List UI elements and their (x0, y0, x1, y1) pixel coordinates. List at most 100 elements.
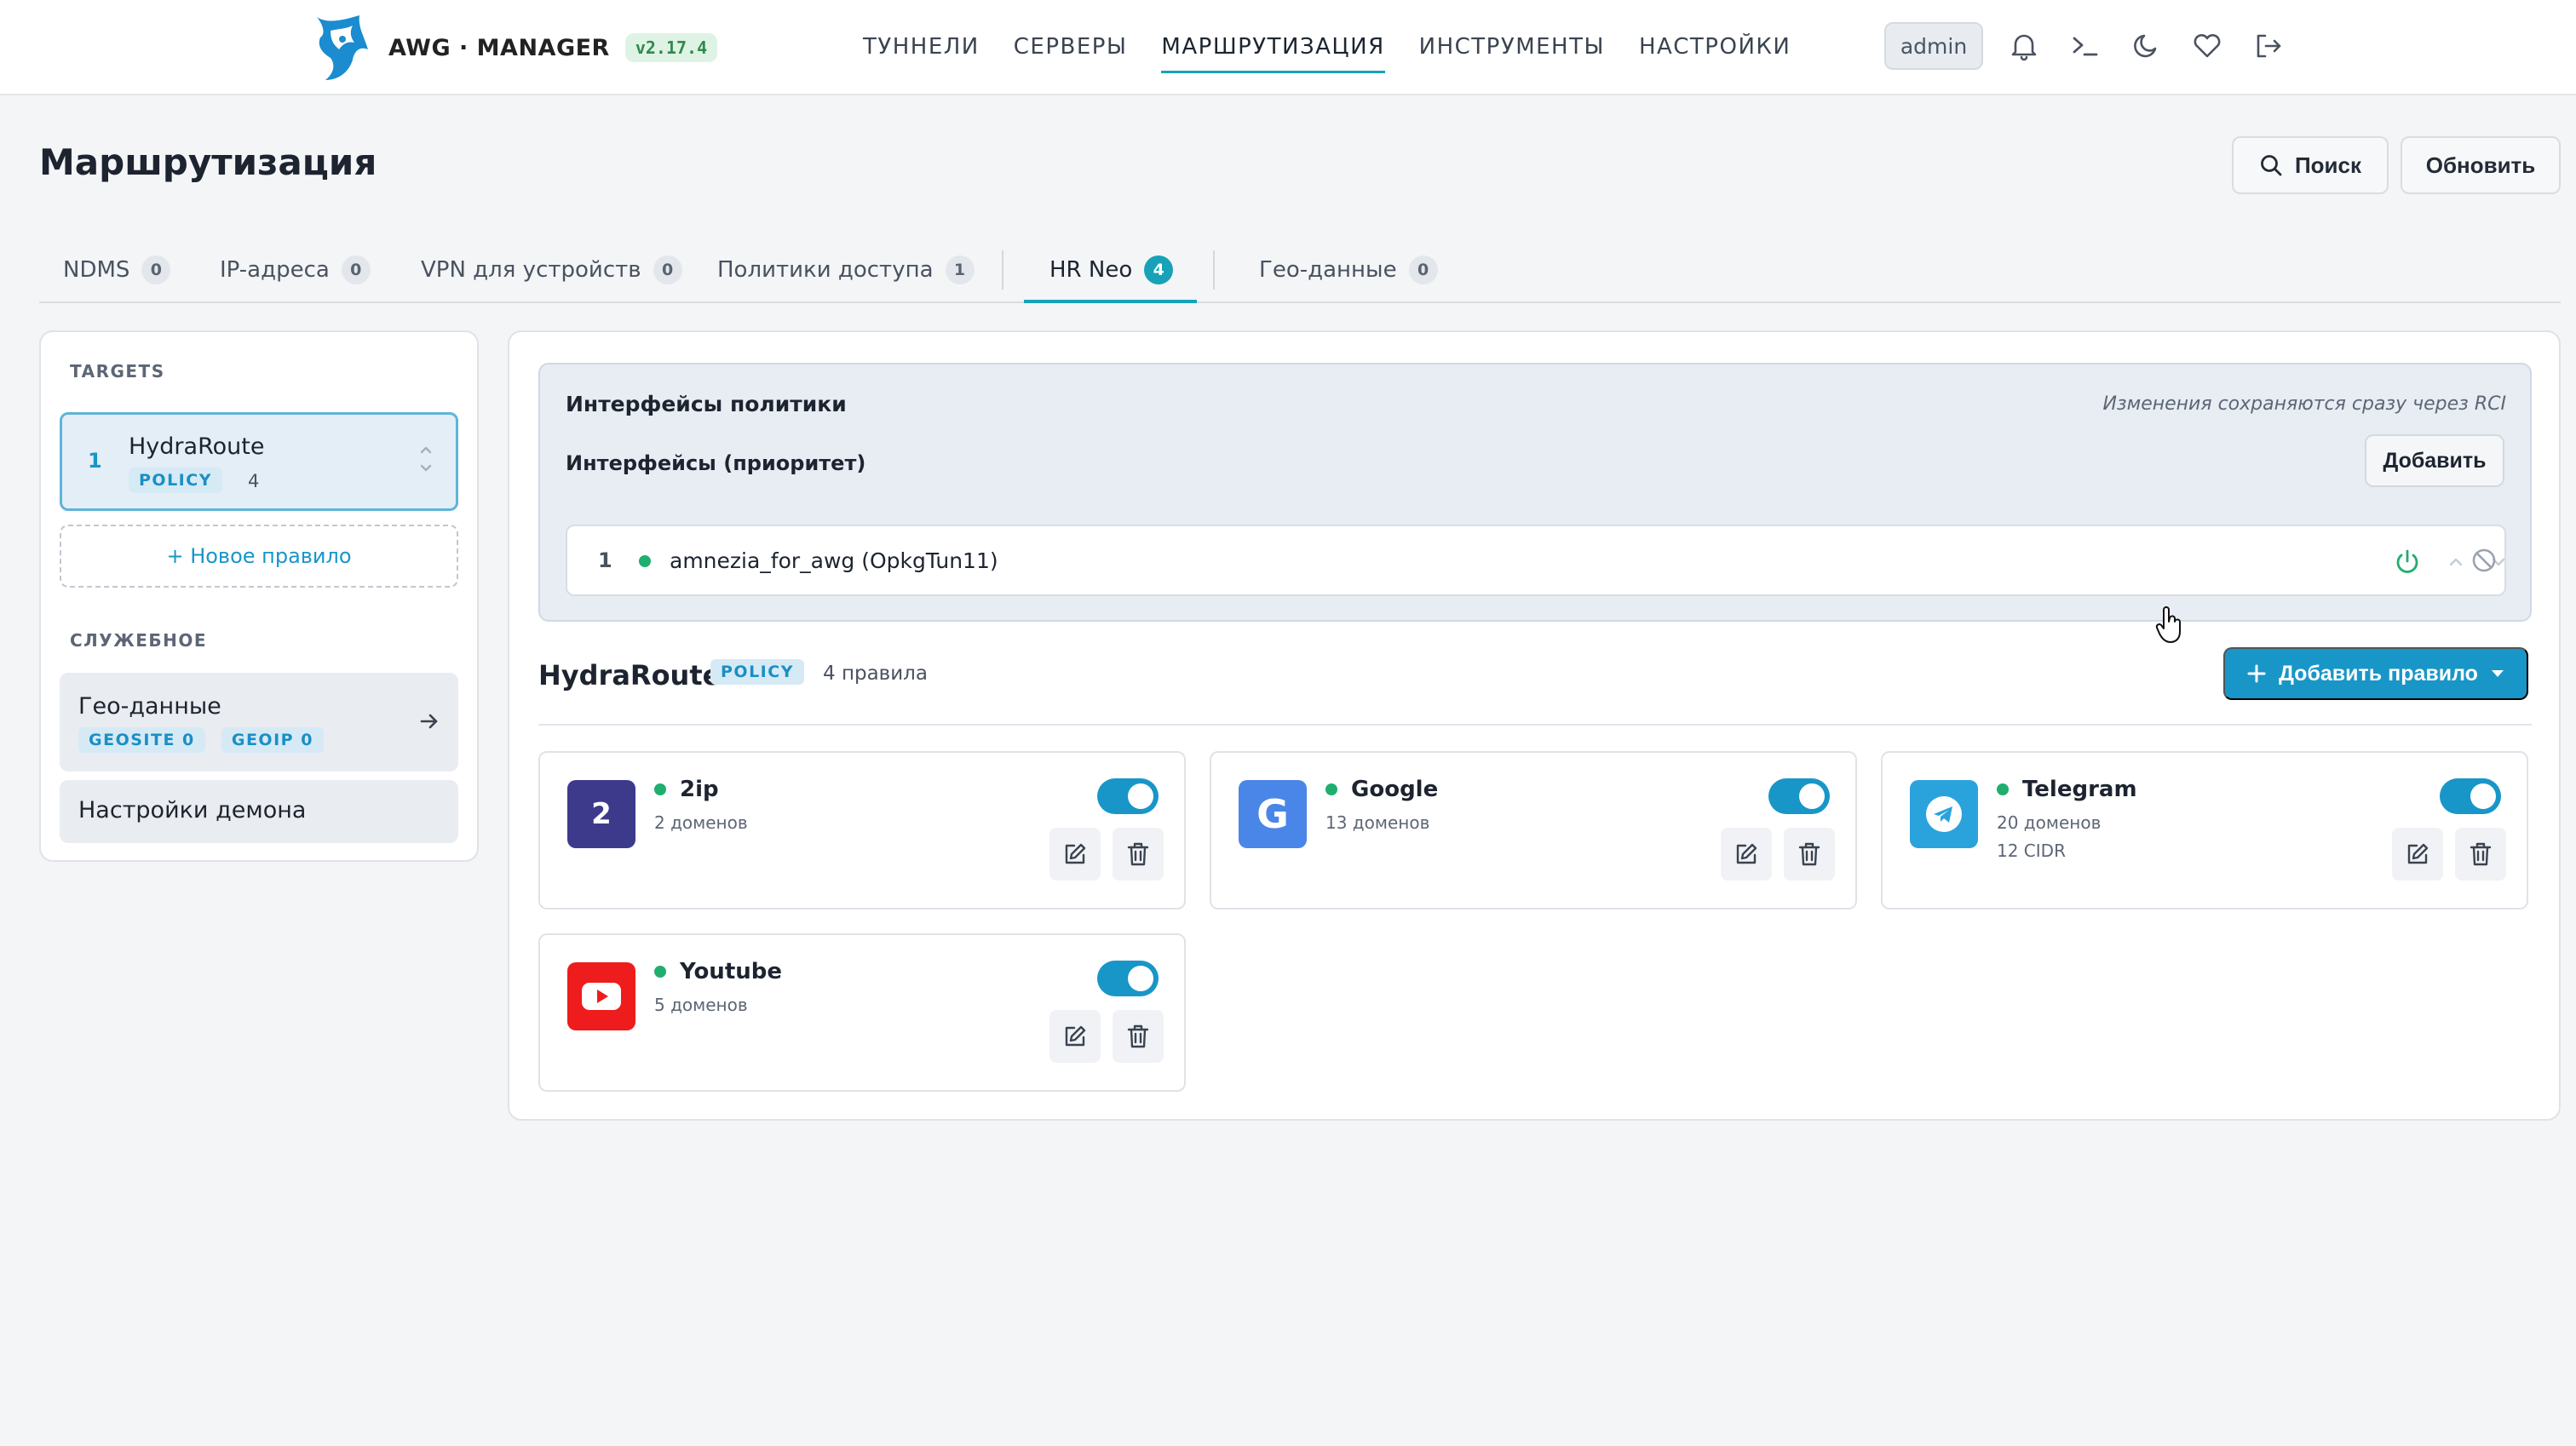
interface-priority: 1 (598, 548, 612, 572)
service-heading: СЛУЖЕБНОЕ (70, 630, 207, 651)
tab-access-policies[interactable]: Политики доступа 1 (717, 238, 975, 301)
tab-ip-addresses[interactable]: IP-адреса 0 (220, 238, 371, 301)
trash-icon[interactable] (1113, 1010, 1164, 1063)
geoip-chip: GEOIP 0 (221, 727, 324, 753)
rule-name: 2ip (680, 777, 719, 802)
tab-label: NDMS (63, 257, 130, 283)
rule-meta: 13 доменов (1325, 809, 1429, 837)
2ip-icon: 2 (567, 780, 635, 848)
targets-heading: TARGETS (70, 361, 165, 382)
policy-badge: POLICY (710, 659, 804, 685)
search-button[interactable]: Поиск (2232, 136, 2389, 194)
policy-badge: POLICY (129, 468, 222, 493)
page-title: Маршрутизация (39, 141, 377, 183)
rule-status-dot (654, 966, 666, 978)
target-priority: 1 (88, 449, 102, 473)
reorder-icon[interactable] (418, 442, 434, 482)
trash-icon[interactable] (1113, 828, 1164, 881)
trash-icon[interactable] (2455, 828, 2506, 881)
new-rule-button[interactable]: + Новое правило (60, 525, 458, 588)
tab-hr-neo[interactable]: HR Neo 4 (1023, 238, 1198, 303)
refresh-button[interactable]: Обновить (2401, 136, 2561, 194)
top-bar: AWG · MANAGER v2.17.4 ТУННЕЛИ СЕРВЕРЫ МА… (0, 0, 2576, 95)
tab-label: VPN для устройств (421, 257, 641, 283)
target-rule-count: 4 (248, 471, 260, 491)
nav-tools[interactable]: ИНСТРУМЕНТЫ (1419, 0, 1605, 94)
target-detail-panel: Интерфейсы политики Изменения сохраняютс… (508, 330, 2561, 1121)
interface-status-dot (639, 555, 651, 567)
remove-interface-icon[interactable] (2465, 542, 2503, 579)
rule-card: Telegram 20 доменов 12 CIDR (1881, 751, 2528, 909)
rule-domains: 13 доменов (1325, 812, 1430, 833)
rules-section-title: HydraRoute (538, 659, 722, 691)
power-icon[interactable] (2389, 543, 2426, 581)
geo-chips: GEOSITE 0 GEOIP 0 (78, 727, 336, 753)
add-rule-button[interactable]: Добавить правило (2223, 647, 2528, 700)
tab-ndms[interactable]: NDMS 0 (63, 238, 171, 301)
search-button-label: Поиск (2294, 152, 2362, 178)
rule-status-dot (1997, 783, 2009, 795)
nav-tunnels[interactable]: ТУННЕЛИ (863, 0, 980, 94)
tab-label: Гео-данные (1259, 257, 1397, 283)
nav-routing[interactable]: МАРШРУТИЗАЦИЯ (1161, 0, 1385, 94)
google-icon-text: G (1256, 791, 1289, 837)
tab-label: HR Neo (1049, 257, 1133, 283)
rule-toggle[interactable] (1097, 778, 1159, 814)
bell-icon[interactable] (2005, 27, 2043, 65)
tab-divider (1002, 250, 1003, 290)
user-badge[interactable]: admin (1884, 22, 1983, 70)
arrow-right-icon (420, 714, 438, 729)
geo-data-card[interactable]: Гео-данные GEOSITE 0 GEOIP 0 (60, 673, 458, 772)
interfaces-priority-label: Интерфейсы (приоритет) (566, 451, 866, 475)
tab-count: 4 (1144, 255, 1174, 284)
rule-toggle[interactable] (1768, 778, 1830, 814)
edit-icon[interactable] (1049, 1010, 1101, 1063)
version-badge: v2.17.4 (624, 33, 718, 62)
rule-status-dot (654, 783, 666, 795)
rule-toggle[interactable] (2440, 778, 2501, 814)
heart-icon[interactable] (2188, 27, 2226, 65)
rule-meta: 2 доменов (654, 809, 748, 837)
target-item-hydraroute[interactable]: 1 HydraRoute POLICY 4 (60, 412, 458, 511)
logo-icon (317, 15, 368, 80)
tab-count: 0 (1408, 255, 1438, 284)
nav-servers[interactable]: СЕРВЕРЫ (1014, 0, 1128, 94)
edit-icon[interactable] (2392, 828, 2443, 881)
rules-count: 4 правила (823, 663, 928, 685)
tab-device-vpn[interactable]: VPN для устройств 0 (421, 238, 682, 301)
daemon-settings-label: Настройки демона (78, 797, 307, 823)
moon-icon[interactable] (2127, 27, 2165, 65)
tab-divider (1213, 250, 1215, 290)
search-icon (2261, 155, 2282, 176)
rule-domains: 5 доменов (654, 995, 748, 1015)
tab-geo-data[interactable]: Гео-данные 0 (1259, 238, 1438, 301)
google-icon: G (1239, 780, 1307, 848)
brand[interactable]: AWG · MANAGER v2.17.4 (308, 9, 718, 87)
terminal-icon[interactable] (2067, 27, 2104, 65)
logout-icon[interactable] (2250, 27, 2287, 65)
rule-card: G Google 13 доменов (1210, 751, 1857, 909)
youtube-icon (567, 962, 635, 1030)
rule-cidr: 12 CIDR (1997, 841, 2066, 861)
geosite-chip: GEOSITE 0 (78, 727, 205, 753)
add-interface-button[interactable]: Добавить (2365, 434, 2504, 487)
nav-settings[interactable]: НАСТРОЙКИ (1639, 0, 1791, 94)
tab-count: 1 (945, 255, 975, 284)
rule-toggle[interactable] (1097, 961, 1159, 996)
rule-name: Telegram (2022, 777, 2137, 802)
daemon-settings-item[interactable]: Настройки демона (60, 780, 458, 843)
trash-icon[interactable] (1784, 828, 1835, 881)
tab-count: 0 (341, 255, 371, 284)
policy-interfaces-title: Интерфейсы политики (566, 392, 847, 416)
edit-icon[interactable] (1721, 828, 1772, 881)
edit-icon[interactable] (1049, 828, 1101, 881)
policy-interfaces-note: Изменения сохраняются сразу через RCI (2102, 393, 2506, 415)
plus-icon (2247, 664, 2266, 683)
geo-data-title: Гео-данные (78, 693, 221, 720)
rule-meta: 20 доменов 12 CIDR (1997, 809, 2101, 865)
tab-label: Политики доступа (717, 257, 934, 283)
tab-label: IP-адреса (220, 257, 330, 283)
tab-count: 0 (653, 255, 682, 284)
routing-tabs: NDMS 0 IP-адреса 0 VPN для устройств 0 П… (39, 238, 2561, 303)
rule-card: Youtube 5 доменов (538, 933, 1186, 1092)
